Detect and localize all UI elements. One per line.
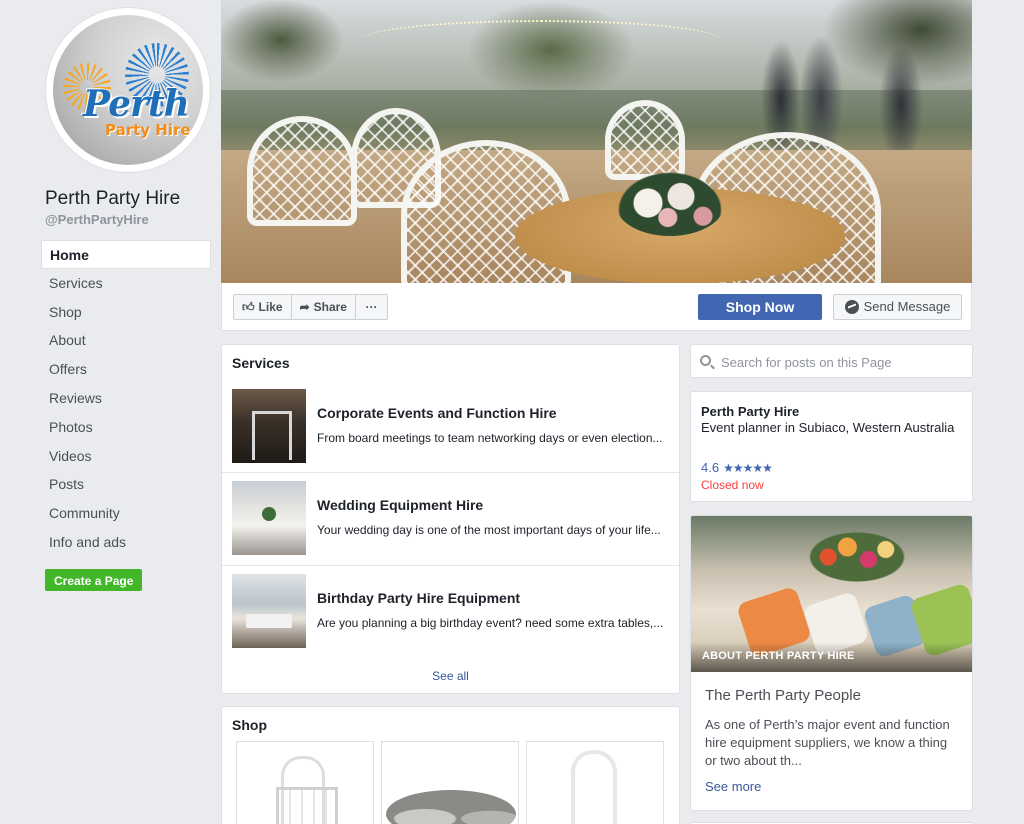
page-nav: Home Services Shop About Offers Reviews … (41, 240, 211, 557)
service-item[interactable]: Birthday Party Hire Equipment Are you pl… (222, 565, 679, 657)
rating-value: 4.6 (701, 460, 720, 475)
like-button[interactable]: 👍︎ Like (234, 295, 291, 319)
share-button[interactable]: ➦ Share (290, 295, 355, 319)
page-action-bar: 👍︎ Like ➦ Share ··· Shop Now Send Messag… (221, 283, 972, 331)
cover-photo[interactable] (221, 0, 972, 283)
page-profile-picture[interactable]: Perth Party Hire (46, 8, 210, 172)
service-item[interactable]: Corporate Events and Function Hire From … (222, 381, 679, 473)
more-options-button[interactable]: ··· (354, 295, 387, 319)
service-title: Wedding Equipment Hire (317, 497, 484, 513)
cover-guests (721, 30, 941, 150)
create-page-button[interactable]: Create a Page (45, 569, 143, 591)
like-label: Like (258, 300, 283, 314)
page-handle[interactable]: @PerthPartyHire (45, 212, 149, 227)
lantern-product-image (276, 756, 338, 824)
rating-stars-icon: ★★★★★ (723, 460, 773, 475)
service-title: Corporate Events and Function Hire (317, 405, 557, 421)
service-item[interactable]: Wedding Equipment Hire Your wedding day … (222, 472, 679, 564)
about-photo[interactable]: ABOUT PERTH PARTY HIRE (691, 516, 972, 672)
about-label: ABOUT PERTH PARTY HIRE (702, 650, 855, 662)
page-post-search-input[interactable]: Search for posts on this Page (690, 344, 973, 378)
service-description: Your wedding day is one of the most impo… (317, 523, 661, 537)
shop-product[interactable] (381, 741, 519, 824)
cover-flower-arrangement (615, 170, 725, 236)
logo-word-perth: Perth (83, 83, 190, 125)
shop-product[interactable] (526, 741, 664, 824)
service-thumbnail (232, 389, 306, 463)
shop-card: Shop (221, 706, 680, 824)
about-text: As one of Perth’s major event and functi… (705, 717, 950, 768)
nav-item-videos[interactable]: Videos (41, 442, 211, 471)
service-thumbnail (232, 481, 306, 555)
rating[interactable]: 4.6 ★★★★★ (701, 460, 773, 475)
nav-item-about[interactable]: About (41, 326, 211, 355)
logo-word-party-hire: Party Hire (105, 121, 191, 139)
about-photo-flowers (809, 532, 905, 582)
nav-item-offers[interactable]: Offers (41, 355, 211, 384)
send-message-button[interactable]: Send Message (833, 294, 962, 320)
cover-chair (247, 116, 357, 226)
opening-status: Closed now (701, 478, 764, 492)
shop-now-button[interactable]: Shop Now (698, 294, 822, 320)
see-all-services-link[interactable]: See all (222, 669, 679, 683)
nav-item-services[interactable]: Services (41, 269, 211, 298)
info-category: Event planner in Subiaco, Western Austra… (701, 420, 955, 435)
logo-image: Perth Party Hire (53, 15, 203, 165)
trays-product-image (386, 790, 516, 824)
share-arrow-icon: ➦ (299, 300, 310, 314)
messenger-icon (844, 300, 859, 314)
send-message-label: Send Message (863, 299, 951, 314)
cover-string-lights (361, 20, 721, 60)
service-description: From board meetings to team networking d… (317, 431, 663, 445)
nav-item-info-and-ads[interactable]: Info and ads (41, 528, 211, 557)
page-actions-group: 👍︎ Like ➦ Share ··· (233, 294, 388, 320)
nav-item-community[interactable]: Community (41, 499, 211, 528)
services-title[interactable]: Services (232, 355, 290, 371)
see-more-link[interactable]: See more (705, 779, 761, 794)
shop-title[interactable]: Shop (232, 717, 267, 733)
service-description: Are you planning a big birthday event? n… (317, 616, 664, 630)
page-info-card: Perth Party Hire Event planner in Subiac… (690, 391, 973, 502)
info-page-name[interactable]: Perth Party Hire (701, 404, 799, 419)
service-title: Birthday Party Hire Equipment (317, 590, 521, 606)
page-name[interactable]: Perth Party Hire (45, 188, 180, 210)
search-icon (700, 355, 711, 366)
search-placeholder: Search for posts on this Page (721, 355, 892, 370)
service-thumbnail (232, 574, 306, 648)
share-label: Share (313, 300, 347, 314)
nav-item-photos[interactable]: Photos (41, 413, 211, 442)
left-sidebar: Perth Party Hire Perth Party Hire @Perth… (0, 0, 220, 824)
about-card: ABOUT PERTH PARTY HIRE The Perth Party P… (690, 515, 973, 811)
chair-product-image (571, 750, 617, 824)
nav-item-posts[interactable]: Posts (41, 470, 211, 499)
thumbs-up-icon: 👍︎ (242, 300, 255, 314)
services-card: Services Corporate Events and Function H… (221, 344, 680, 694)
shop-product[interactable] (236, 741, 374, 824)
cover-chair (605, 100, 685, 180)
about-heading: The Perth Party People (705, 687, 861, 704)
nav-item-home[interactable]: Home (41, 240, 211, 269)
nav-item-shop[interactable]: Shop (41, 298, 211, 327)
nav-item-reviews[interactable]: Reviews (41, 384, 211, 413)
